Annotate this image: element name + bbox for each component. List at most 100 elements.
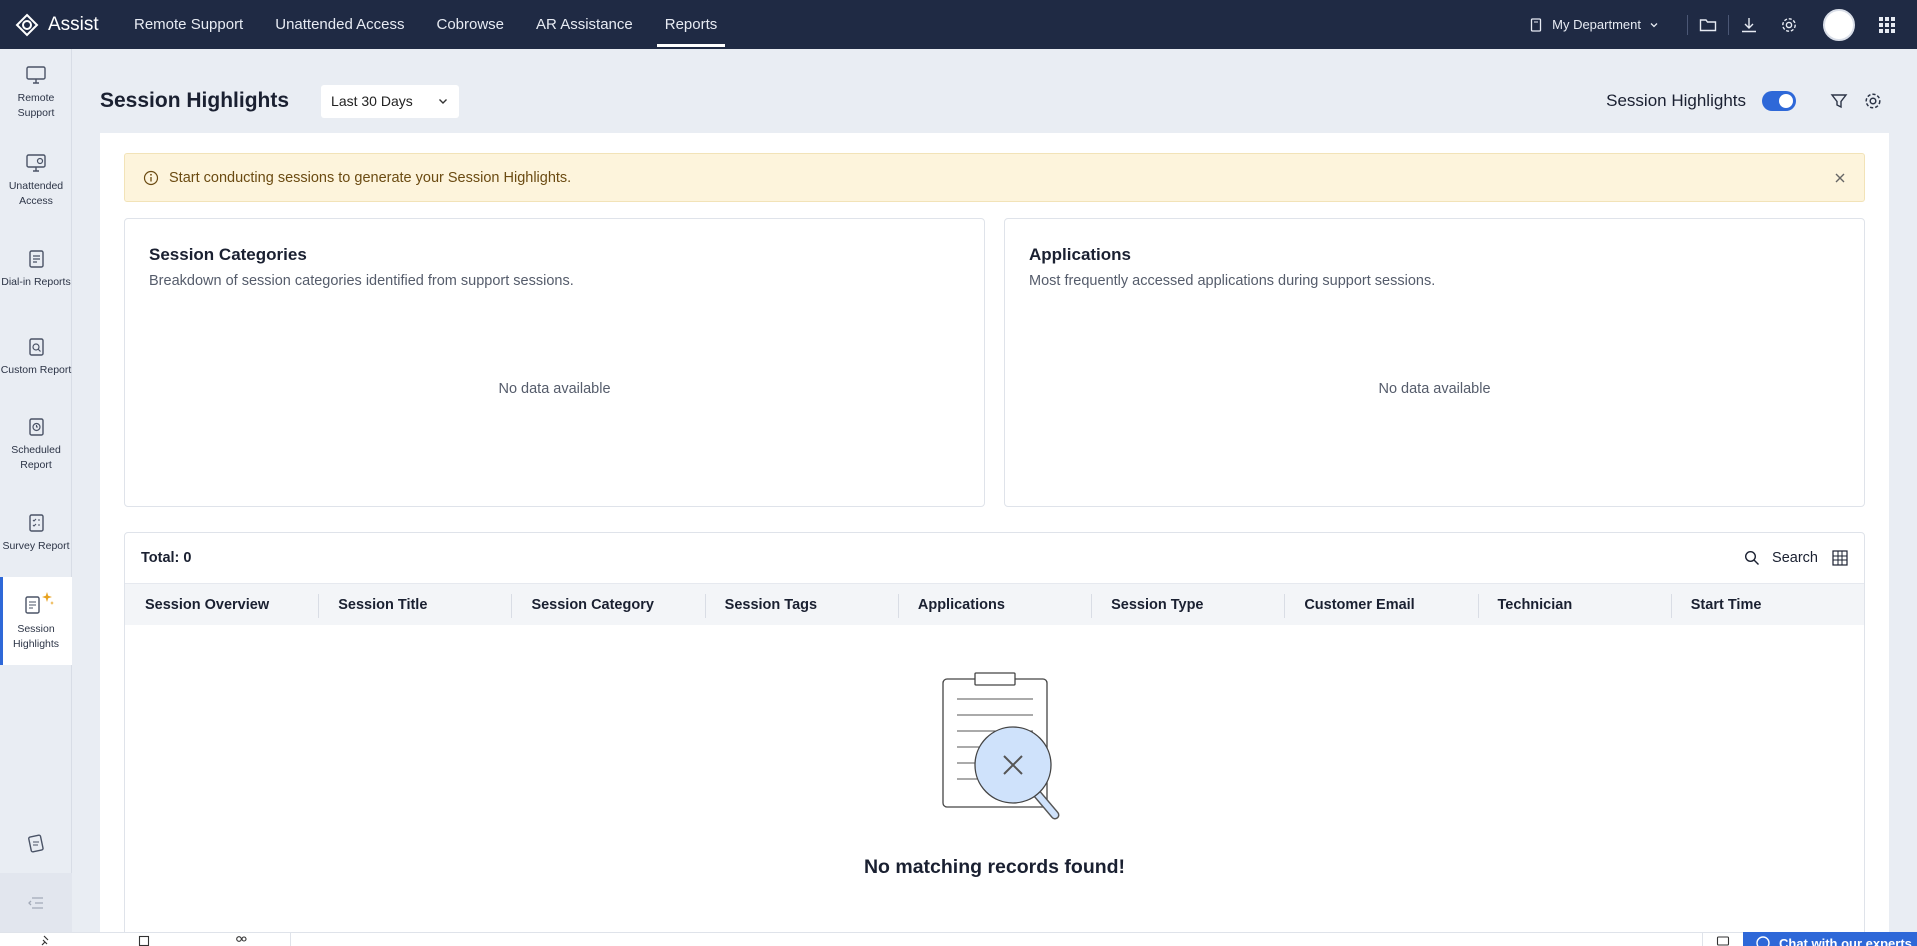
nav-tab-unattended-access[interactable]: Unattended Access [267, 0, 412, 49]
gear-icon [1782, 17, 1796, 32]
card-empty-text: No data available [1378, 381, 1491, 397]
filter-button[interactable] [1822, 84, 1856, 118]
empty-state-message: No matching records found! [863, 856, 1126, 878]
session-categories-card: Session Categories Breakdown of session … [124, 218, 985, 507]
apps-grid-icon [1879, 16, 1895, 33]
column-header-session-type[interactable]: Session Type [1091, 584, 1284, 626]
sidebar-pin-button[interactable] [0, 819, 72, 869]
card-title: Session Categories [149, 245, 307, 264]
info-icon [143, 170, 159, 185]
report-icon [29, 249, 44, 268]
department-selector[interactable]: My Department [1520, 14, 1688, 35]
avatar[interactable] [1823, 8, 1855, 41]
close-icon[interactable] [1834, 172, 1846, 184]
nav-tab-reports[interactable]: Reports [656, 0, 726, 49]
info-alert: Start conducting sessions to generate yo… [124, 153, 1865, 202]
sidebar-item-remote-support[interactable]: Remote Support [0, 49, 72, 137]
download-button[interactable] [1729, 0, 1769, 49]
report-search-icon [29, 337, 44, 356]
sidebar-item-label: Custom Report [0, 363, 72, 376]
sidebar-item-label: Remote Support [17, 92, 55, 119]
report-hand-icon [28, 834, 44, 853]
chat-bubble-icon[interactable] [1716, 935, 1730, 946]
column-header-applications[interactable]: Applications [897, 584, 1091, 626]
column-header-start-time[interactable]: Start Time [1670, 584, 1864, 626]
settings-button[interactable] [1769, 0, 1809, 49]
department-label: My Department [1552, 17, 1641, 32]
session-highlights-toggle[interactable] [1762, 91, 1796, 111]
filter-icon [1830, 94, 1848, 109]
column-header-customer-email[interactable]: Customer Email [1284, 584, 1477, 626]
nav-tab-ar-assistance[interactable]: AR Assistance [528, 0, 641, 49]
date-range-select[interactable]: Last 30 Days [321, 84, 460, 118]
total-count: Total: 0 [141, 550, 192, 566]
report-clock-icon [29, 418, 44, 436]
table-tools: Search [1744, 550, 1848, 566]
search-label: Search [1772, 550, 1818, 566]
chat-with-experts-button[interactable]: Chat with our experts [1743, 932, 1917, 946]
sidebar-item-dial-in-reports[interactable]: Dial-in Reports [0, 225, 72, 313]
sidebar-item-scheduled-report[interactable]: Scheduled Report [0, 401, 72, 489]
sessions-table: Total: 0 Search Session Overview Session… [124, 532, 1865, 946]
sidebar-item-survey-report[interactable]: Survey Report [0, 489, 72, 577]
nav-tab-cobrowse[interactable]: Cobrowse [429, 0, 513, 49]
applications-card: Applications Most frequently accessed ap… [1004, 218, 1865, 507]
building-icon [1530, 17, 1542, 32]
sidebar-item-unattended-access[interactable]: Unattended Access [0, 137, 72, 225]
card-description: Most frequently accessed applications du… [1029, 273, 1436, 289]
sidebar-item-label: Session Highlights [12, 623, 60, 650]
card-empty-text: No data available [498, 381, 611, 397]
sidebar-item-session-highlights[interactable]: Session Highlights [0, 577, 72, 665]
nav-tabs: Remote Support Unattended Access Cobrows… [126, 0, 741, 49]
collapse-menu-icon [28, 896, 43, 909]
chat-icon [1756, 936, 1770, 946]
search-button[interactable]: Search [1744, 550, 1818, 566]
column-header-session-category[interactable]: Session Category [511, 584, 704, 626]
page-header: Session Highlights Last 30 Days Session … [100, 84, 1890, 118]
sidebar-item-label: Scheduled Report [11, 444, 61, 471]
apps-button[interactable] [1867, 0, 1907, 49]
nav-right-tools: My Department [1520, 0, 1917, 49]
column-settings-icon[interactable] [1832, 550, 1848, 566]
column-header-session-title[interactable]: Session Title [318, 584, 511, 626]
card-title: Applications [1029, 245, 1132, 264]
table-header: Session Overview Session Title Session C… [125, 583, 1864, 625]
bottom-bar-divider [1702, 933, 1703, 946]
unattended-monitor-icon [26, 154, 46, 172]
date-range-value: Last 30 Days [331, 93, 413, 109]
nav-tab-remote-support[interactable]: Remote Support [126, 0, 251, 49]
no-records-illustration-icon [941, 672, 1059, 820]
sidebar-item-label: Unattended Access [8, 180, 64, 207]
main-content: Start conducting sessions to generate yo… [100, 133, 1889, 946]
folder-button[interactable] [1688, 0, 1728, 49]
chevron-down-icon [1650, 22, 1658, 27]
chevron-down-icon [439, 99, 448, 104]
sidebar-item-label: Survey Report [2, 539, 70, 552]
session-highlights-toggle-label: Session Highlights [1606, 91, 1746, 110]
chat-label: Chat with our experts [1779, 936, 1912, 946]
column-header-session-overview[interactable]: Session Overview [125, 584, 318, 626]
settings-button[interactable] [1856, 84, 1890, 118]
pin-icon[interactable] [40, 935, 52, 946]
column-header-technician[interactable]: Technician [1477, 584, 1671, 626]
sidebar-item-custom-report[interactable]: Custom Report [0, 313, 72, 401]
page-title: Session Highlights [100, 89, 290, 112]
sidebar-item-label: Dial-in Reports [1, 275, 71, 288]
header-tools: Session Highlights [1606, 84, 1890, 118]
report-survey-icon [29, 513, 44, 532]
report-sparkle-icon [25, 592, 54, 614]
sidebar: Remote Support Unattended Access Dial-in… [0, 49, 72, 932]
bottom-bar [0, 932, 1917, 946]
assist-logo-icon [15, 13, 39, 36]
bottom-bar-divider [290, 933, 291, 946]
brand[interactable]: Assist [14, 12, 124, 38]
card-description: Breakdown of session categories identifi… [149, 273, 574, 289]
users-icon[interactable] [234, 935, 248, 946]
alert-text: Start conducting sessions to generate yo… [169, 169, 572, 186]
monitor-icon [26, 66, 46, 84]
folder-icon [1699, 18, 1717, 31]
table-toolbar: Total: 0 Search [125, 533, 1864, 583]
notes-icon[interactable] [138, 935, 150, 946]
sidebar-collapse-button[interactable] [0, 873, 72, 932]
column-header-session-tags[interactable]: Session Tags [704, 584, 898, 626]
